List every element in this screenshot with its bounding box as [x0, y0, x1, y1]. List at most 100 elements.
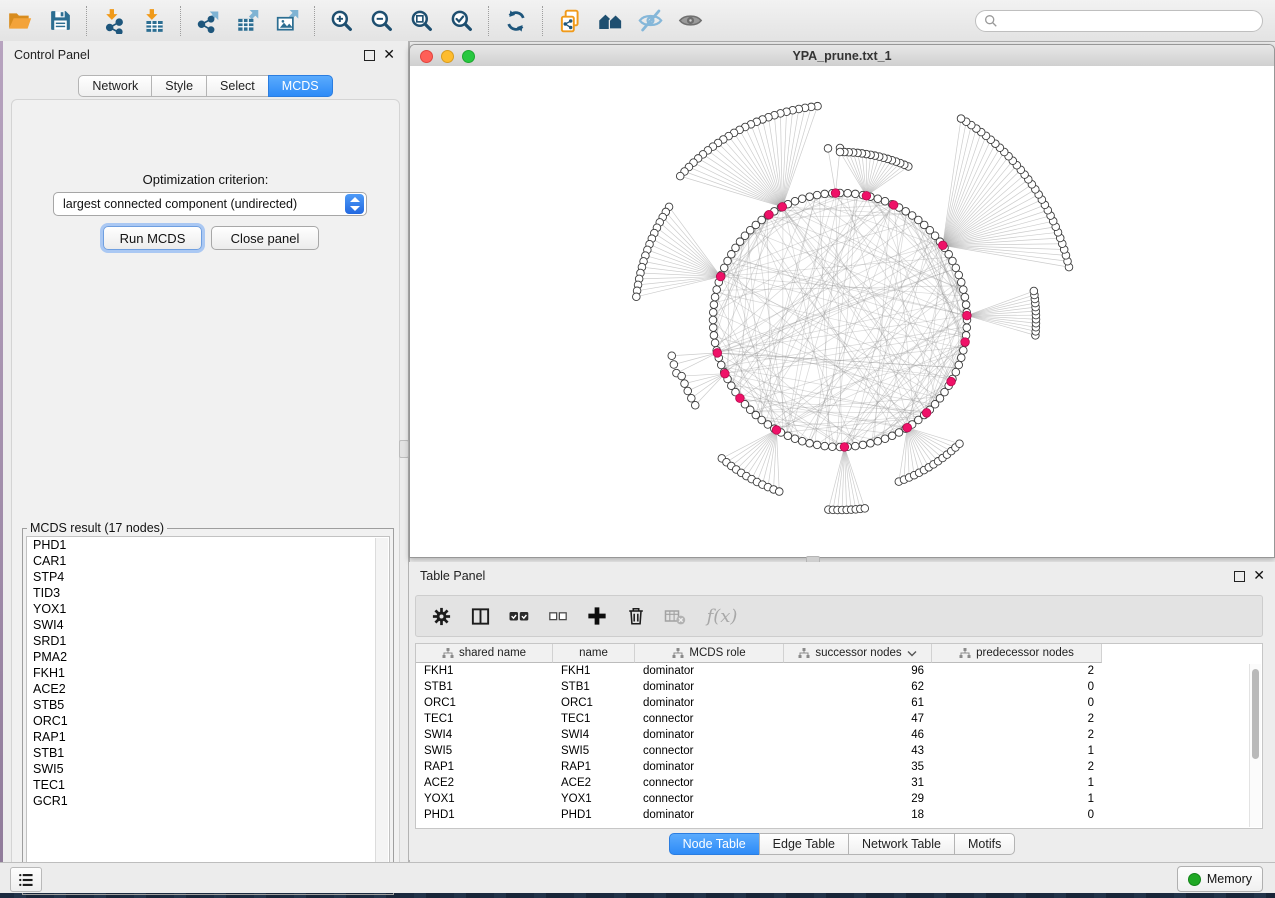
table-scrollbar-thumb[interactable]: [1252, 669, 1259, 759]
cell-mcds_role: dominator: [635, 729, 784, 741]
mcds-result-item[interactable]: GCR1: [27, 793, 389, 809]
table-panel-title: Table Panel: [420, 569, 485, 583]
table-row[interactable]: SWI5SWI5connector431: [416, 743, 1262, 759]
tab-mcds[interactable]: MCDS: [268, 75, 333, 97]
export-table-button[interactable]: [228, 4, 268, 38]
zoom-fit-button[interactable]: [402, 4, 442, 38]
table-row[interactable]: FKH1FKH1dominator962: [416, 663, 1262, 679]
column-header[interactable]: successor nodes: [784, 644, 932, 663]
export-network-icon: [195, 8, 221, 34]
tab-select[interactable]: Select: [206, 75, 269, 97]
import-table-button[interactable]: [134, 4, 174, 38]
mcds-result-item[interactable]: PHD1: [27, 537, 389, 553]
table-row[interactable]: STB1STB1dominator620: [416, 679, 1262, 695]
mcds-result-item[interactable]: TEC1: [27, 777, 389, 793]
control-panel-header: Control Panel ✕: [3, 41, 408, 69]
zoom-out-button[interactable]: [362, 4, 402, 38]
network-window-titlebar[interactable]: YPA_prune.txt_1: [410, 45, 1274, 67]
close-panel-button[interactable]: Close panel: [211, 226, 319, 250]
cell-shared_name: TEC1: [416, 713, 553, 725]
close-window-icon[interactable]: [420, 50, 433, 63]
close-panel-icon[interactable]: ✕: [1253, 567, 1265, 583]
export-network-button[interactable]: [188, 4, 228, 38]
close-panel-icon[interactable]: ✕: [383, 46, 395, 62]
table-row[interactable]: ACE2ACE2connector311: [416, 775, 1262, 791]
mcds-result-item[interactable]: YOX1: [27, 601, 389, 617]
table-row[interactable]: YOX1YOX1connector291: [416, 791, 1262, 807]
panel-splitter-handle[interactable]: [399, 440, 409, 458]
hide-selected-button[interactable]: [630, 4, 670, 38]
search-input[interactable]: [1004, 13, 1254, 29]
delete-column-button[interactable]: [623, 603, 649, 629]
table-options-button[interactable]: [428, 603, 454, 629]
table-row[interactable]: TEC1TEC1connector472: [416, 711, 1262, 727]
add-column-button[interactable]: [584, 603, 610, 629]
shared-column-icon: [442, 647, 454, 659]
task-list-icon: [17, 871, 35, 889]
mcds-result-item[interactable]: SWI5: [27, 761, 389, 777]
tab-network-table[interactable]: Network Table: [848, 833, 955, 855]
mcds-result-item[interactable]: ACE2: [27, 681, 389, 697]
show-tasks-button[interactable]: [10, 867, 42, 892]
cell-shared_name: STB1: [416, 681, 553, 693]
criterion-dropdown[interactable]: largest connected component (undirected): [53, 192, 367, 216]
table-row[interactable]: SWI4SWI4dominator462: [416, 727, 1262, 743]
tab-motifs[interactable]: Motifs: [954, 833, 1015, 855]
tab-network[interactable]: Network: [78, 75, 152, 97]
column-browser-button[interactable]: [467, 603, 493, 629]
zoom-in-button[interactable]: [322, 4, 362, 38]
float-panel-icon[interactable]: [1234, 571, 1245, 582]
mcds-result-item[interactable]: STB5: [27, 697, 389, 713]
dropdown-stepper-icon: [345, 194, 364, 214]
run-mcds-button[interactable]: Run MCDS: [103, 226, 202, 250]
table-scrollbar[interactable]: [1249, 664, 1261, 827]
delete-table-button[interactable]: [662, 603, 688, 629]
mcds-result-item[interactable]: ORC1: [27, 713, 389, 729]
refresh-view-button[interactable]: [496, 4, 536, 38]
tab-node-table[interactable]: Node Table: [669, 833, 760, 855]
mcds-result-item[interactable]: STP4: [27, 569, 389, 585]
export-image-button[interactable]: [268, 4, 308, 38]
memory-button[interactable]: Memory: [1177, 866, 1263, 892]
open-session-button[interactable]: [0, 4, 40, 38]
mcds-result-item[interactable]: SRD1: [27, 633, 389, 649]
tab-style[interactable]: Style: [151, 75, 207, 97]
table-row[interactable]: ORC1ORC1dominator610: [416, 695, 1262, 711]
cell-shared_name: RAP1: [416, 761, 553, 773]
mcds-result-item[interactable]: SWI4: [27, 617, 389, 633]
mcds-result-list[interactable]: PHD1CAR1STP4TID3YOX1SWI4SRD1PMA2FKH1ACE2…: [26, 536, 390, 891]
function-builder-button[interactable]: f(x): [701, 603, 743, 629]
network-canvas[interactable]: [410, 66, 1274, 557]
mcds-result-item[interactable]: TID3: [27, 585, 389, 601]
search-box[interactable]: [975, 10, 1263, 32]
clone-network-button[interactable]: [550, 4, 590, 38]
mcds-result-item[interactable]: CAR1: [27, 553, 389, 569]
column-header[interactable]: predecessor nodes: [932, 644, 1102, 663]
mcds-list-scrollbar[interactable]: [375, 538, 388, 889]
import-network-button[interactable]: [94, 4, 134, 38]
mcds-result-item[interactable]: FKH1: [27, 665, 389, 681]
cell-predecessor_nodes: 2: [932, 729, 1102, 741]
table-row[interactable]: PHD1PHD1dominator180: [416, 807, 1262, 823]
column-header[interactable]: MCDS role: [635, 644, 784, 663]
cell-shared_name: ACE2: [416, 777, 553, 789]
column-header[interactable]: name: [553, 644, 635, 663]
cell-mcds_role: connector: [635, 745, 784, 757]
select-all-button[interactable]: [506, 603, 532, 629]
zoom-selected-button[interactable]: [442, 4, 482, 38]
maximize-window-icon[interactable]: [462, 50, 475, 63]
mcds-result-item[interactable]: STB1: [27, 745, 389, 761]
column-header[interactable]: shared name: [416, 644, 553, 663]
float-panel-icon[interactable]: [364, 50, 375, 61]
tab-edge-table[interactable]: Edge Table: [759, 833, 849, 855]
save-session-button[interactable]: [40, 4, 80, 38]
table-row[interactable]: RAP1RAP1dominator352: [416, 759, 1262, 775]
zoom-selected-icon: [449, 8, 475, 34]
minimize-window-icon[interactable]: [441, 50, 454, 63]
deselect-all-button[interactable]: [545, 603, 571, 629]
first-neighbors-button[interactable]: [590, 4, 630, 38]
mcds-result-item[interactable]: PMA2: [27, 649, 389, 665]
mcds-result-item[interactable]: RAP1: [27, 729, 389, 745]
show-all-button[interactable]: [670, 4, 710, 38]
table-toolbar: f(x): [415, 595, 1263, 637]
